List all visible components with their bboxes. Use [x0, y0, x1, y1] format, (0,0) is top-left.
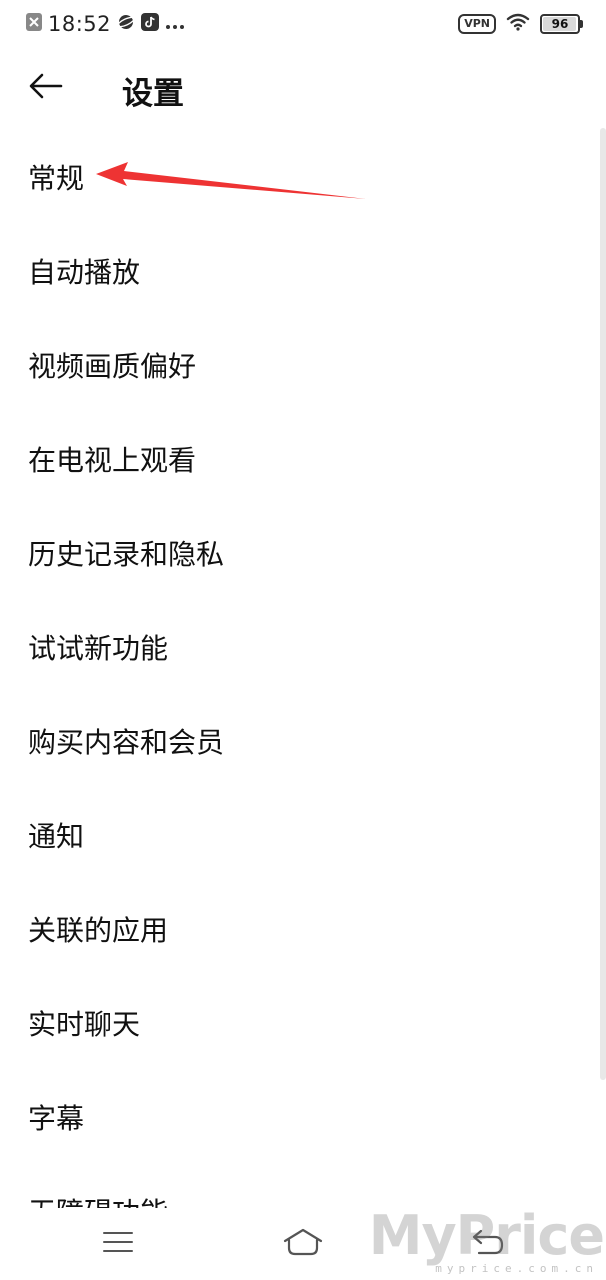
setting-label: 字幕 [28, 1102, 85, 1135]
battery-icon: 96 [540, 14, 583, 34]
status-time: 18:52 [48, 12, 112, 36]
scrollbar[interactable] [600, 128, 606, 1080]
setting-label: 自动播放 [28, 256, 141, 289]
watermark-logo: MyPrice [368, 1204, 605, 1267]
setting-item-connected-apps[interactable]: 关联的应用 [0, 882, 600, 976]
watermark-url: myprice.com.cn [435, 1262, 598, 1275]
planet-app-icon [117, 13, 135, 35]
settings-list: 常规 自动播放 视频画质偏好 在电视上观看 历史记录和隐私 试试新功能 购买内容… [0, 130, 606, 1208]
watermark: MyPrice myprice.com.cn [369, 1204, 606, 1280]
menu-button[interactable] [94, 1222, 142, 1266]
menu-icon [103, 1231, 133, 1257]
setting-label: 通知 [28, 820, 85, 853]
setting-label: 试试新功能 [28, 632, 169, 665]
arrow-left-icon [29, 73, 63, 103]
setting-item-notifications[interactable]: 通知 [0, 788, 600, 882]
more-dots-icon [165, 15, 185, 34]
setting-item-purchases-memberships[interactable]: 购买内容和会员 [0, 694, 600, 788]
setting-label: 实时聊天 [28, 1008, 141, 1041]
setting-item-video-quality[interactable]: 视频画质偏好 [0, 318, 600, 412]
setting-label: 视频画质偏好 [28, 350, 197, 383]
page-title: 设置 [122, 76, 184, 112]
home-button[interactable] [279, 1222, 327, 1266]
setting-item-live-chat[interactable]: 实时聊天 [0, 976, 600, 1070]
setting-item-accessibility[interactable]: 无障碍功能 [0, 1164, 600, 1208]
status-left: 18:52 [26, 10, 185, 38]
setting-label: 关联的应用 [28, 914, 169, 947]
setting-item-autoplay[interactable]: 自动播放 [0, 224, 600, 318]
status-right: VPN 96 [458, 12, 583, 36]
back-button[interactable] [22, 66, 70, 110]
setting-item-try-new-features[interactable]: 试试新功能 [0, 600, 600, 694]
battery-text: 96 [551, 17, 569, 31]
setting-label: 在电视上观看 [28, 444, 197, 477]
vpn-icon: VPN [458, 14, 496, 34]
setting-label: 无障碍功能 [0, 1191, 168, 1208]
setting-label: 历史记录和隐私 [28, 538, 225, 571]
close-notification-icon [26, 13, 42, 35]
tiktok-icon [141, 13, 160, 35]
wifi-icon [506, 13, 530, 35]
annotation-arrow-icon [96, 162, 366, 199]
setting-item-watch-on-tv[interactable]: 在电视上观看 [0, 412, 600, 506]
home-icon [283, 1228, 323, 1260]
setting-item-history-privacy[interactable]: 历史记录和隐私 [0, 506, 600, 600]
status-bar: 18:52 VPN 96 [0, 0, 606, 48]
setting-label: 购买内容和会员 [28, 726, 225, 759]
setting-label: 常规 [28, 162, 85, 195]
setting-item-captions[interactable]: 字幕 [0, 1070, 600, 1164]
app-header: 设置 [0, 48, 606, 130]
